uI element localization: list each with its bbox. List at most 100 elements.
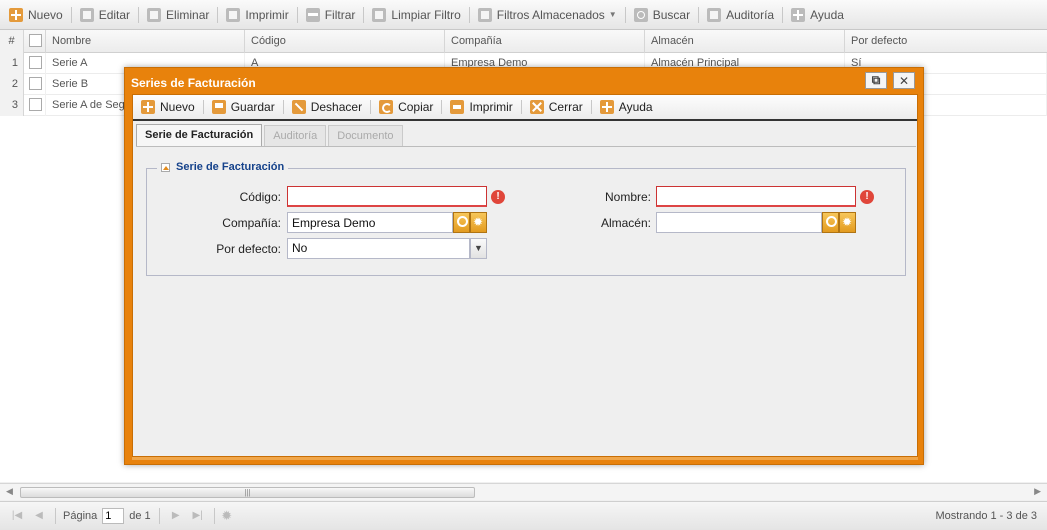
codigo-error-icon: !: [491, 190, 505, 204]
column-header-codigo[interactable]: Código: [245, 30, 445, 53]
filter-button[interactable]: Filtrar: [301, 4, 361, 26]
delete-button[interactable]: Eliminar: [142, 4, 214, 26]
paging-toolbar: |◀ ◀ Página de 1 ▶ ▶| ✹ Mostrando 1 - 3 …: [0, 501, 1047, 530]
toolbar-separator: [370, 100, 372, 114]
toolbar-separator: [698, 6, 700, 23]
toolbar-separator: [138, 6, 140, 23]
clear-filter-button[interactable]: Limpiar Filtro: [367, 4, 465, 26]
page-number-input[interactable]: [102, 508, 125, 524]
close-icon: [529, 100, 544, 114]
modal-toolbar: Nuevo Guardar Deshacer Copiar Imprimir C…: [133, 95, 917, 121]
compania-input[interactable]: [287, 212, 453, 233]
toolbar-separator: [202, 100, 204, 114]
codigo-input[interactable]: [287, 186, 487, 207]
chevron-down-icon[interactable]: ▼: [470, 238, 487, 259]
edit-icon: [79, 7, 94, 22]
almacen-config-icon[interactable]: [839, 212, 856, 233]
modal-save-button[interactable]: Guardar: [207, 96, 280, 118]
pager-separator: [55, 508, 56, 524]
clear-filter-icon: [372, 7, 387, 22]
compania-search-icon[interactable]: [453, 212, 470, 233]
close-icon: ✕: [898, 73, 910, 88]
plus-icon: [9, 7, 23, 22]
toolbar-separator: [624, 6, 626, 23]
modal-help-button[interactable]: Ayuda: [595, 96, 658, 118]
row-checkbox[interactable]: [29, 76, 42, 90]
toolbar-separator: [782, 6, 784, 23]
toolbar-separator: [590, 100, 592, 114]
modal-undo-button[interactable]: Deshacer: [287, 96, 367, 118]
collapse-toggle-icon[interactable]: [161, 162, 170, 172]
pager-separator: [158, 508, 160, 524]
page-label: Página: [63, 510, 98, 522]
tab-serie-facturacion[interactable]: Serie de Facturación: [136, 124, 263, 146]
column-header-por-defecto[interactable]: Por defecto: [845, 30, 1047, 53]
tab-auditoria[interactable]: Auditoría: [264, 125, 327, 146]
tab-documento[interactable]: Documento: [328, 125, 403, 146]
print-icon: [226, 7, 241, 22]
select-all-checkbox[interactable]: [29, 33, 42, 47]
column-header-number[interactable]: #: [0, 30, 24, 53]
next-page-icon[interactable]: ▶: [167, 508, 185, 524]
almacen-search-icon[interactable]: [822, 212, 839, 233]
codigo-label: Código:: [239, 190, 281, 204]
row-checkbox-cell[interactable]: [24, 74, 46, 95]
row-checkbox[interactable]: [29, 97, 42, 111]
modal-footer-bar: [132, 457, 918, 460]
scroll-left-icon[interactable]: ◀: [6, 486, 13, 497]
series-modal-window: Series de Facturación ⧉ ✕ Nuevo Guardar …: [124, 67, 924, 465]
close-window-button[interactable]: ✕: [893, 72, 915, 89]
modal-copy-button[interactable]: Copiar: [374, 96, 438, 118]
help-button[interactable]: Ayuda: [786, 4, 849, 26]
modal-new-button[interactable]: Nuevo: [136, 96, 200, 118]
nombre-error-icon: !: [860, 190, 874, 204]
prev-page-icon[interactable]: ◀: [30, 508, 48, 524]
column-header-nombre[interactable]: Nombre: [46, 30, 245, 53]
column-header-almacen[interactable]: Almacén: [645, 30, 845, 53]
scrollbar-thumb[interactable]: |||: [20, 487, 475, 498]
row-checkbox-cell[interactable]: [24, 53, 46, 74]
scroll-right-icon[interactable]: ▶: [1034, 486, 1041, 497]
por-defecto-select[interactable]: No: [287, 238, 470, 259]
nombre-label: Nombre:: [604, 190, 651, 204]
toolbar-separator: [441, 100, 443, 114]
last-page-icon[interactable]: ▶|: [189, 508, 207, 524]
print-button[interactable]: Imprimir: [221, 4, 293, 26]
compania-config-icon[interactable]: [470, 212, 487, 233]
stored-filters-button[interactable]: Filtros Almacenados ▼: [473, 4, 622, 26]
pager-separator: [213, 508, 215, 524]
toolbar-separator: [217, 6, 219, 23]
toolbar-separator: [520, 100, 522, 114]
row-number: 2: [0, 74, 24, 95]
column-header-compania[interactable]: Compañía: [445, 30, 645, 53]
dropdown-arrow-icon: ▼: [608, 10, 617, 19]
filter-icon: [305, 7, 320, 22]
audit-button[interactable]: Auditoría: [702, 4, 779, 26]
row-checkbox-cell[interactable]: [24, 95, 46, 116]
select-all-checkbox-cell[interactable]: [24, 30, 46, 53]
row-checkbox[interactable]: [29, 55, 42, 69]
copy-icon: [379, 100, 394, 114]
modal-body: Nuevo Guardar Deshacer Copiar Imprimir C…: [132, 94, 918, 457]
tab-panel: Serie de Facturación Código: ! Nombre: !…: [136, 148, 916, 456]
toolbar-separator: [282, 100, 284, 114]
nombre-input[interactable]: [656, 186, 856, 207]
almacen-input[interactable]: [656, 212, 822, 233]
por-defecto-label: Por defecto:: [216, 242, 281, 256]
modal-close-button[interactable]: Cerrar: [525, 96, 588, 118]
restore-window-button[interactable]: ⧉: [865, 72, 887, 89]
edit-button[interactable]: Editar: [75, 4, 135, 26]
row-number: 1: [0, 53, 24, 74]
serie-fieldset: Serie de Facturación Código: ! Nombre: !…: [146, 161, 906, 276]
modal-tabs: Serie de Facturación Auditoría Documento: [136, 124, 916, 147]
new-button[interactable]: Nuevo: [4, 4, 68, 26]
toolbar-separator: [363, 6, 365, 23]
search-button[interactable]: Buscar: [629, 4, 695, 26]
toolbar-separator: [296, 6, 298, 23]
first-page-icon[interactable]: |◀: [8, 508, 26, 524]
horizontal-scrollbar[interactable]: ◀ ||| ▶: [0, 483, 1047, 500]
fieldset-legend[interactable]: Serie de Facturación: [157, 161, 289, 173]
modal-print-button[interactable]: Imprimir: [445, 96, 517, 118]
refresh-icon[interactable]: ✹: [218, 508, 236, 524]
almacen-label: Almacén:: [600, 216, 651, 230]
